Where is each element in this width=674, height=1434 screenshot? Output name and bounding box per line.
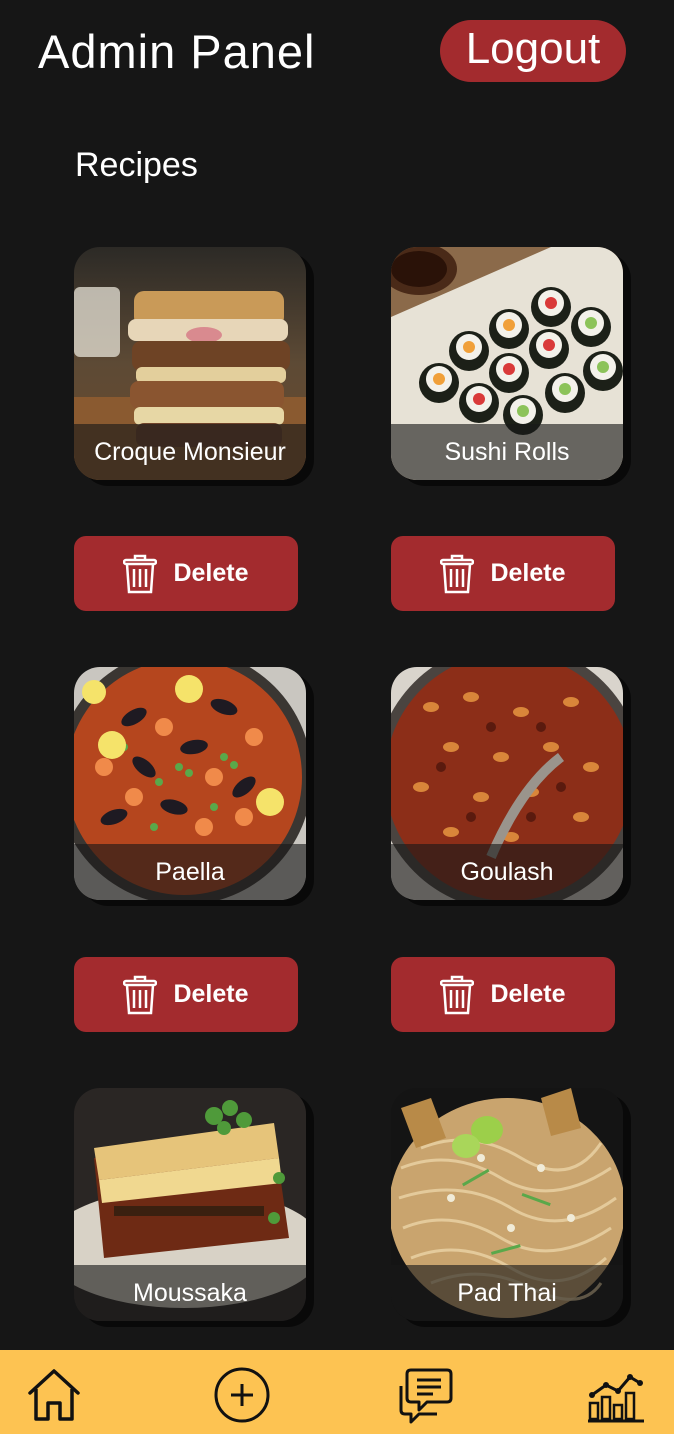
- page-title: Admin Panel: [38, 25, 316, 78]
- delete-button[interactable]: Delete: [391, 536, 615, 611]
- recipe-name: Moussaka: [74, 1265, 306, 1321]
- recipe-card[interactable]: Goulash: [391, 667, 623, 900]
- header: Admin Panel Logout: [0, 0, 674, 110]
- section-title: Recipes: [75, 146, 198, 184]
- delete-button[interactable]: Delete: [74, 957, 298, 1032]
- recipe-name: Pad Thai: [391, 1265, 623, 1321]
- nav-statistics[interactable]: [584, 1364, 648, 1426]
- trash-icon: [123, 975, 158, 1014]
- recipe-name: Croque Monsieur: [74, 424, 306, 480]
- chat-icon: [399, 1368, 453, 1424]
- recipe-name: Sushi Rolls: [391, 424, 623, 480]
- recipe-name: Paella: [74, 844, 306, 900]
- recipe-card[interactable]: Moussaka: [74, 1088, 306, 1321]
- logout-button[interactable]: Logout: [440, 20, 626, 82]
- trash-icon: [440, 975, 475, 1014]
- stats-chart-icon: [588, 1374, 644, 1423]
- admin-panel-screen: Admin Panel Logout Recipes Croque Monsie…: [0, 0, 674, 1434]
- delete-button[interactable]: Delete: [74, 536, 298, 611]
- delete-label: Delete: [490, 980, 566, 1008]
- home-icon: [28, 1369, 80, 1421]
- delete-label: Delete: [173, 980, 249, 1008]
- delete-label: Delete: [173, 559, 249, 587]
- delete-button[interactable]: Delete: [391, 957, 615, 1032]
- recipe-name: Goulash: [391, 844, 623, 900]
- add-circle-icon: [214, 1367, 270, 1423]
- trash-icon: [440, 554, 475, 593]
- nav-messages[interactable]: [396, 1364, 460, 1426]
- nav-add-recipe[interactable]: [210, 1364, 274, 1426]
- trash-icon: [123, 554, 158, 593]
- recipe-card[interactable]: Pad Thai: [391, 1088, 623, 1321]
- delete-label: Delete: [490, 559, 566, 587]
- nav-home[interactable]: [22, 1364, 86, 1426]
- recipe-card[interactable]: Croque Monsieur: [74, 247, 306, 480]
- recipe-card[interactable]: Paella: [74, 667, 306, 900]
- recipe-card[interactable]: Sushi Rolls: [391, 247, 623, 480]
- bottom-nav: [0, 1350, 674, 1434]
